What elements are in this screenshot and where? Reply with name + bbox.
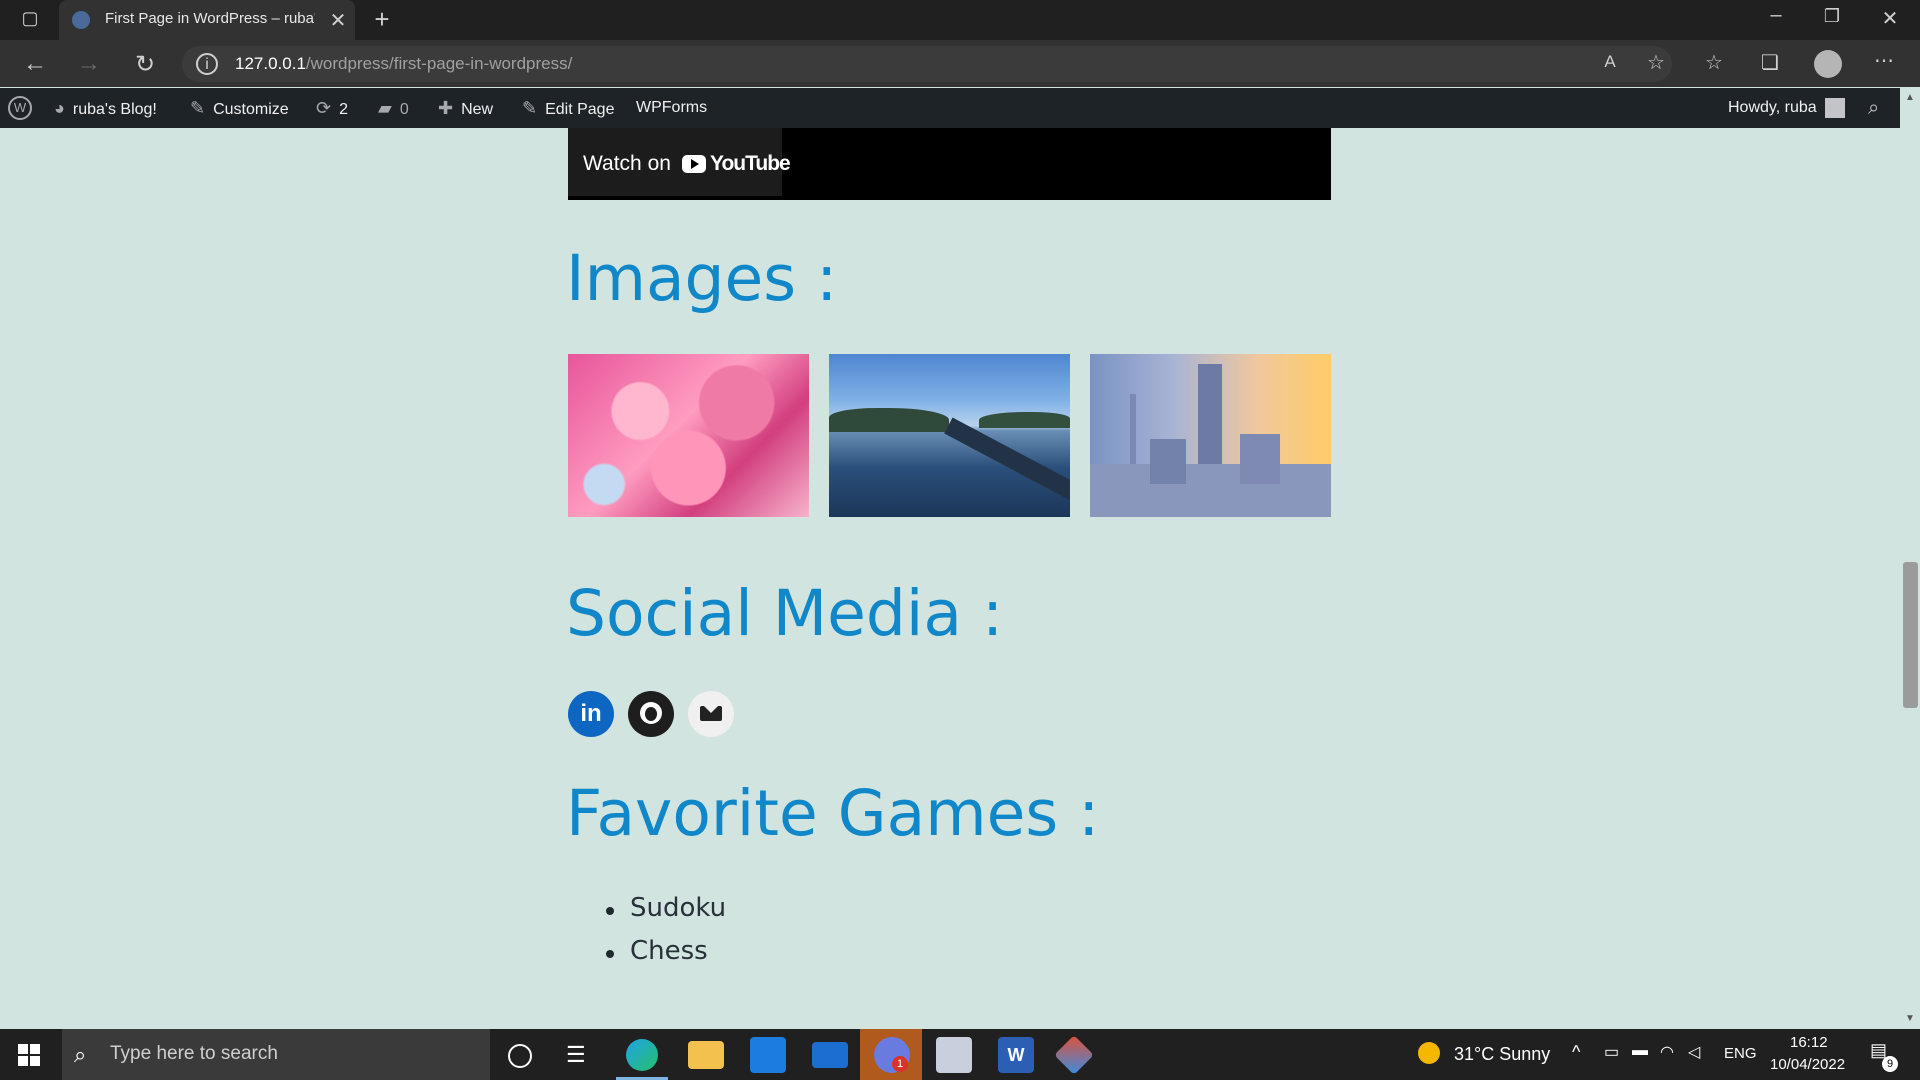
linkedin-icon[interactable]: in — [568, 691, 614, 737]
mail-icon[interactable] — [688, 691, 734, 737]
read-aloud-icon[interactable]: A — [1596, 52, 1624, 78]
volume-icon[interactable]: ◁ — [1688, 1042, 1700, 1062]
battery-icon[interactable]: ▬ — [1632, 1042, 1648, 1060]
new-content-link[interactable]: ✚ New — [438, 88, 493, 128]
customize-link[interactable]: ✎ Customize — [190, 88, 289, 128]
admin-search-icon[interactable]: ⌕ — [1868, 88, 1892, 128]
dashboard-icon: ◕ — [54, 98, 65, 118]
close-tab-icon[interactable]: ✕ — [326, 8, 350, 32]
edge-browser-icon[interactable] — [626, 1039, 658, 1071]
social-media-heading: Social Media : — [566, 577, 1004, 650]
collections-icon[interactable]: ❏ — [1756, 50, 1784, 76]
updates-icon: ⟳ — [316, 98, 332, 118]
notifications-badge: 9 — [1882, 1056, 1898, 1072]
images-heading: Images : — [566, 242, 838, 315]
tray-device-icon[interactable]: ▭ — [1604, 1042, 1619, 1062]
search-icon: ⌕ — [74, 1042, 87, 1067]
gallery-image-cherry-blossom[interactable] — [568, 354, 809, 517]
new-tab-icon[interactable]: + — [368, 4, 396, 34]
clock-date[interactable]: 10/04/2022 — [1770, 1056, 1845, 1073]
favorites-icon[interactable]: ☆ — [1700, 50, 1728, 76]
gallery-image-city-skyline[interactable] — [1090, 354, 1331, 517]
list-item-game: Sudoku — [630, 893, 727, 923]
language-indicator[interactable]: ENG — [1724, 1045, 1757, 1062]
comments-link[interactable]: ▰ 0 — [378, 88, 409, 128]
site-info-icon[interactable]: i — [196, 53, 218, 75]
wpforms-link[interactable]: WPForms — [636, 88, 707, 128]
microsoft-store-icon[interactable] — [750, 1037, 786, 1073]
page-scrollbar[interactable] — [1900, 88, 1920, 1029]
file-explorer-icon[interactable] — [688, 1041, 724, 1069]
gallery-image-lake-pier[interactable] — [829, 354, 1070, 517]
minimize-icon[interactable]: – — [1762, 4, 1790, 34]
github-icon[interactable] — [628, 691, 674, 737]
weather-sun-icon[interactable] — [1418, 1042, 1440, 1064]
tab-title: First Page in WordPress – ruba's — [105, 10, 315, 27]
weather-text[interactable]: 31°C Sunny — [1454, 1044, 1550, 1065]
wifi-icon[interactable]: ◠ — [1660, 1042, 1674, 1062]
list-bullet — [606, 907, 614, 915]
windows-start-icon[interactable] — [18, 1044, 40, 1066]
favorite-games-heading: Favorite Games : — [566, 777, 1100, 850]
list-item-game: Chess — [630, 936, 708, 966]
app-icon-gear[interactable] — [936, 1037, 972, 1073]
refresh-icon[interactable]: ↻ — [130, 50, 160, 78]
wordpress-logo-icon[interactable]: W — [8, 88, 36, 128]
chat-badge: 1 — [892, 1056, 908, 1072]
url-text: 127.0.0.1/wordpress/first-page-in-wordpr… — [235, 54, 573, 73]
clock-time[interactable]: 16:12 — [1790, 1034, 1828, 1051]
forward-icon[interactable]: → — [74, 50, 104, 78]
youtube-play-icon — [682, 155, 706, 173]
site-name-link[interactable]: ◕ ruba's Blog! — [54, 88, 157, 128]
cortana-icon[interactable] — [508, 1044, 532, 1068]
list-bullet — [606, 950, 614, 958]
plus-icon: ✚ — [438, 98, 454, 118]
mail-app-icon[interactable] — [812, 1042, 848, 1068]
search-placeholder: Type here to search — [110, 1043, 278, 1064]
profile-avatar[interactable] — [1814, 50, 1842, 78]
youtube-brand: YouTube — [710, 152, 791, 175]
task-view-icon[interactable]: ☰ — [566, 1042, 586, 1068]
user-avatar — [1824, 97, 1845, 118]
more-options-icon[interactable]: ⋯ — [1870, 48, 1898, 74]
wordpress-favicon-icon — [72, 11, 90, 29]
scroll-down-icon[interactable]: ▼ — [1904, 1013, 1916, 1024]
close-window-icon[interactable]: ✕ — [1876, 6, 1904, 36]
brush-icon: ✎ — [190, 98, 206, 118]
tray-chevron-icon[interactable]: ^ — [1572, 1042, 1580, 1063]
pencil-icon: ✎ — [522, 98, 538, 118]
comment-icon: ▰ — [378, 98, 392, 118]
watch-on-label: Watch on — [583, 152, 671, 175]
tab-actions-icon[interactable]: ▢ — [16, 8, 44, 32]
howdy-user-menu[interactable]: Howdy, ruba — [1728, 88, 1845, 128]
updates-link[interactable]: ⟳ 2 — [316, 88, 348, 128]
restore-icon[interactable]: ❐ — [1818, 6, 1846, 36]
scrollbar-thumb[interactable] — [1903, 562, 1918, 708]
back-icon[interactable]: ← — [20, 50, 50, 78]
scroll-up-icon[interactable]: ▲ — [1904, 92, 1916, 103]
edit-page-link[interactable]: ✎ Edit Page — [522, 88, 614, 128]
word-icon[interactable]: W — [998, 1037, 1034, 1073]
add-favorite-icon[interactable]: ☆ — [1642, 50, 1670, 76]
